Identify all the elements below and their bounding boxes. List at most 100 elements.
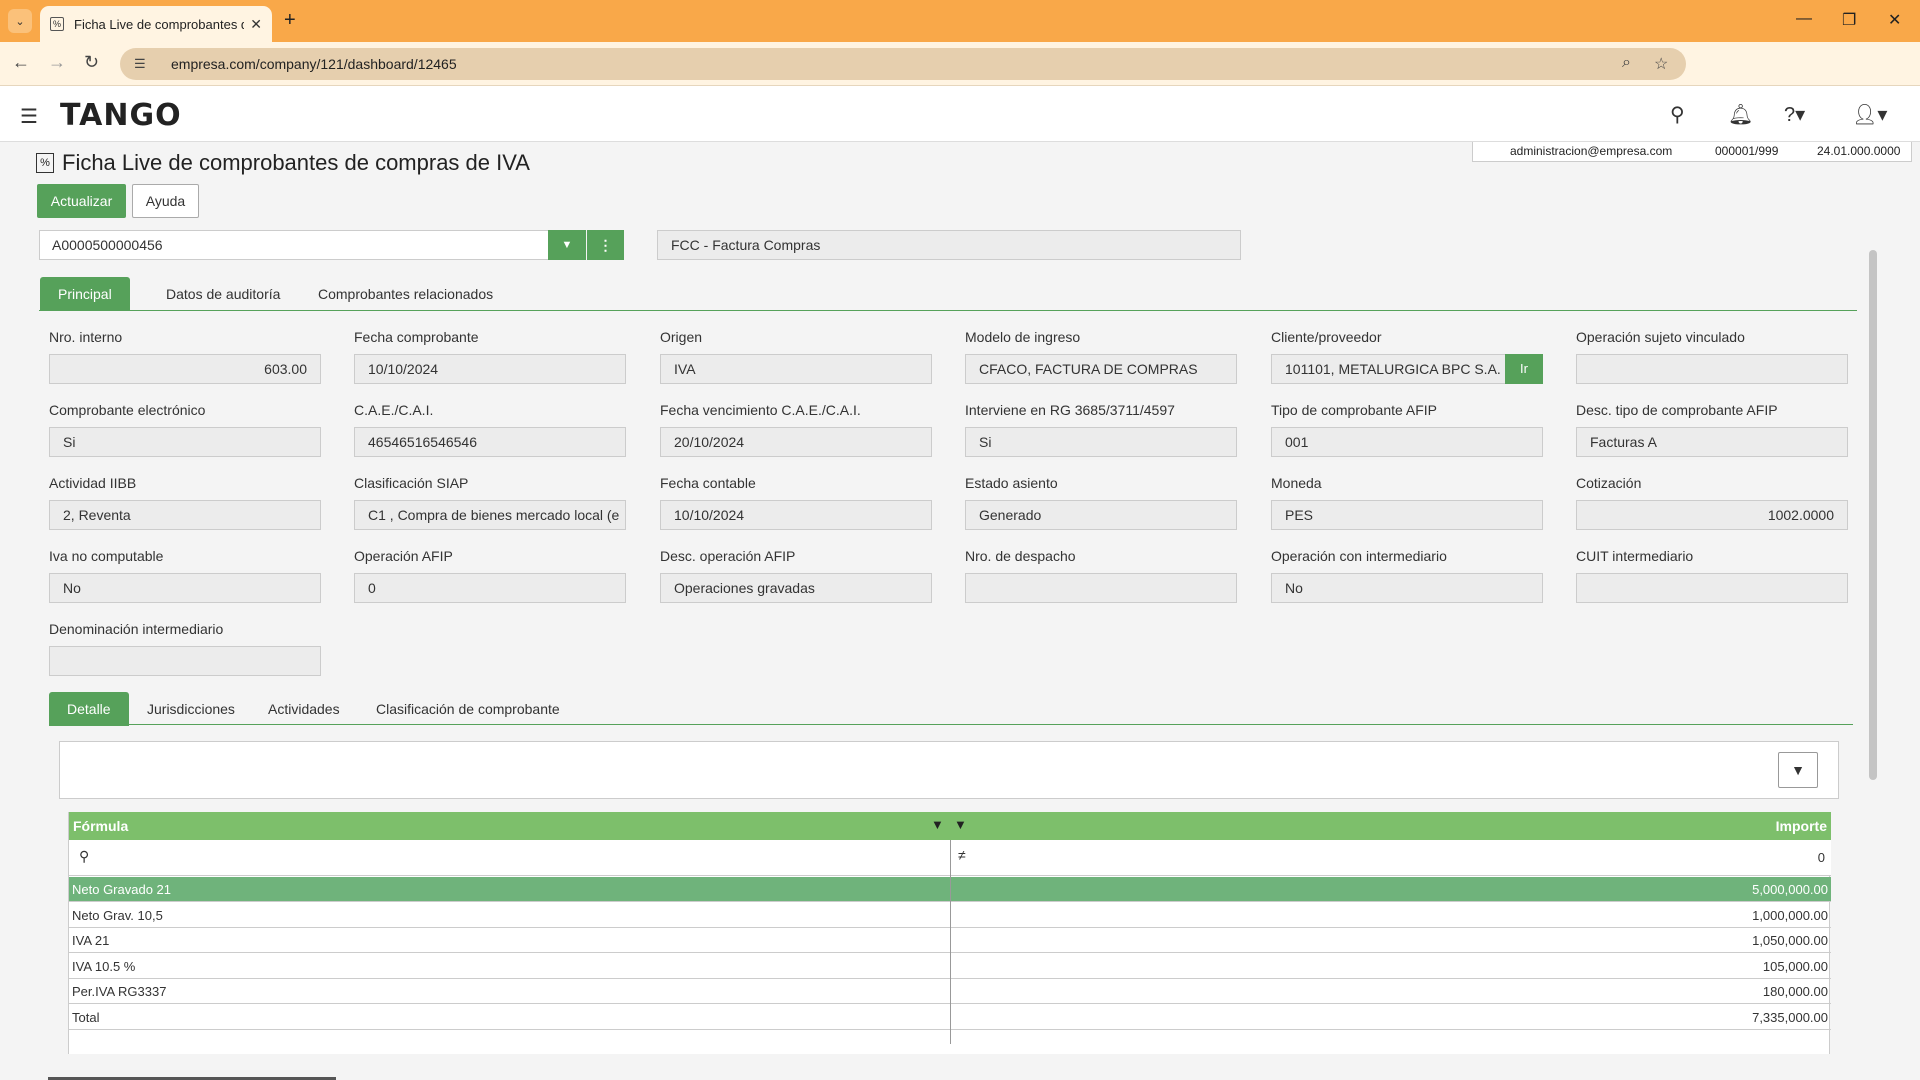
importe-cell: 7,335,000.00 <box>1752 1009 1828 1025</box>
field-value[interactable]: 0 <box>354 573 626 603</box>
field-value[interactable]: 001 <box>1271 427 1543 457</box>
field-label: Operación sujeto vinculado <box>1576 329 1745 345</box>
back-icon[interactable]: ← <box>12 52 30 73</box>
importe-filter-value[interactable]: 0 <box>1818 850 1825 865</box>
tab-detalle[interactable]: Detalle <box>49 692 129 726</box>
voucher-selector-input[interactable]: A0000500000456 <box>39 230 549 260</box>
user-icon[interactable]: 👤︎▾ <box>1852 102 1887 127</box>
field-value[interactable]: Facturas A <box>1576 427 1848 457</box>
column-divider <box>950 840 951 1044</box>
detail-tabs: Detalle Jurisdicciones Actividades Clasi… <box>49 692 1853 726</box>
field-label: Cotización <box>1576 475 1642 491</box>
chevron-down-icon[interactable]: ▼ <box>548 230 586 260</box>
url-omnibox[interactable]: ☰ empresa.com/company/121/dashboard/1246… <box>120 48 1686 80</box>
tango-logo: TANGO <box>60 98 182 133</box>
field-value[interactable]: Si <box>49 427 321 457</box>
go-to-provider-button[interactable]: Ir <box>1505 354 1543 384</box>
url-text[interactable]: empresa.com/company/121/dashboard/12465 <box>171 56 457 72</box>
field-value[interactable]: 10/10/2024 <box>354 354 626 384</box>
field-value[interactable]: No <box>49 573 321 603</box>
more-options-icon[interactable]: ⋮ <box>587 230 624 260</box>
tab-actividades[interactable]: Actividades <box>250 692 358 726</box>
tab-principal[interactable]: Principal <box>40 277 130 311</box>
field-label: Denominación intermediario <box>49 621 224 637</box>
close-window-icon[interactable]: ✕ <box>1888 10 1901 30</box>
tab-comprobantes-relacionados[interactable]: Comprobantes relacionados <box>300 277 511 311</box>
zoom-icon[interactable]: ⌕ <box>1622 54 1631 72</box>
help-button[interactable]: Ayuda <box>132 184 199 218</box>
importe-cell: 1,050,000.00 <box>1752 933 1828 948</box>
session-info-box: administracion@empresa.com 000001/999 24… <box>1472 142 1912 162</box>
browser-tab[interactable]: % Ficha Live de comprobantes de compras … <box>40 6 272 42</box>
field-label: Origen <box>660 329 703 345</box>
detail-grid: Fórmula ▼ ▼ Importe ⚲ ≠ 0 Neto Gravado 2… <box>68 812 1831 1054</box>
importe-cell: 105,000.00 <box>1762 958 1828 974</box>
tab-search-button[interactable]: ⌄ <box>8 9 32 33</box>
voucher-description: FCC - Factura Compras <box>657 230 1241 260</box>
not-equal-icon[interactable]: ≠ <box>958 847 966 863</box>
field-label: Desc. tipo de comprobante AFIP <box>1576 402 1778 418</box>
tab-jurisdicciones[interactable]: Jurisdicciones <box>129 692 253 726</box>
new-tab-icon[interactable]: + <box>284 9 296 32</box>
field-value[interactable]: 20/10/2024 <box>660 427 932 457</box>
field-value[interactable]: 1002.0000 <box>1576 500 1848 530</box>
field-value[interactable]: 46546516546546 <box>354 427 626 457</box>
field-label: Nro. interno <box>49 329 123 345</box>
col-header-formula[interactable]: Fórmula <box>73 818 128 834</box>
field-value[interactable]: Operaciones gravadas <box>660 573 932 603</box>
bell-icon[interactable]: 🔔︎ <box>1728 102 1753 127</box>
field-value[interactable] <box>965 573 1237 603</box>
field-value[interactable]: IVA <box>660 354 932 384</box>
field-label: Cliente/proveedor <box>1271 329 1382 345</box>
tab-close-icon[interactable]: ✕ <box>250 16 262 33</box>
col-header-importe[interactable]: Importe <box>1776 818 1827 834</box>
column-filter-icon[interactable]: ▼ <box>931 817 944 832</box>
field-value[interactable]: C1 , Compra de bienes mercado local (e <box>354 500 626 530</box>
page-title-text: Ficha Live de comprobantes de compras de… <box>62 150 530 175</box>
search-icon[interactable]: ⚲ <box>1670 102 1685 127</box>
field-label: Actividad IIBB <box>49 475 137 491</box>
bookmark-star-icon[interactable]: ☆ <box>1654 54 1668 74</box>
minimize-icon[interactable]: — <box>1796 10 1812 28</box>
importe-cell: 180,000.00 <box>1762 984 1828 999</box>
formula-cell: Neto Grav. 10,5 <box>72 907 163 923</box>
tab-datos-auditoria[interactable]: Datos de auditoría <box>148 277 298 311</box>
vertical-scrollbar[interactable] <box>1869 250 1877 780</box>
formula-cell: IVA 21 <box>72 933 110 948</box>
field-value[interactable] <box>49 646 321 676</box>
tab-clasificacion-comprobante[interactable]: Clasificación de comprobante <box>358 692 578 726</box>
field-value[interactable] <box>1576 354 1848 384</box>
formula-cell: IVA 10.5 % <box>72 958 136 974</box>
field-label: Fecha comprobante <box>354 329 479 345</box>
field-value[interactable]: 603.00 <box>49 354 321 384</box>
field-value[interactable]: 2, Reventa <box>49 500 321 530</box>
field-label: Fecha vencimiento C.A.E./C.A.I. <box>660 402 861 418</box>
field-value[interactable]: Si <box>965 427 1237 457</box>
help-icon[interactable]: ?▾ <box>1784 102 1805 127</box>
field-label: Tipo de comprobante AFIP <box>1271 402 1438 418</box>
filter-panel <box>59 741 1839 799</box>
field-value[interactable]: 10/10/2024 <box>660 500 932 530</box>
field-label: Desc. operación AFIP <box>660 548 796 564</box>
search-icon[interactable]: ⚲ <box>79 848 89 865</box>
forward-icon[interactable]: → <box>48 52 66 73</box>
field-label: Operación con intermediario <box>1271 548 1447 564</box>
browser-tab-bar: ⌄ % Ficha Live de comprobantes de compra… <box>0 0 1920 42</box>
reload-icon[interactable]: ↻ <box>84 52 99 73</box>
field-value[interactable] <box>1576 573 1848 603</box>
field-value[interactable]: 101101, METALURGICA BPC S.A. <box>1271 354 1506 384</box>
hamburger-menu-icon[interactable]: ☰ <box>20 104 38 129</box>
field-value[interactable]: No <box>1271 573 1543 603</box>
field-label: Fecha contable <box>660 475 756 491</box>
importe-cell: 1,000,000.00 <box>1752 907 1828 923</box>
column-filter-icon[interactable]: ▼ <box>954 817 967 832</box>
restore-icon[interactable]: ❐ <box>1842 10 1856 30</box>
app-header: ☰ TANGO ⚲ 🔔︎ ?▾ 👤︎▾ <box>0 86 1920 142</box>
site-info-icon[interactable]: ☰ <box>134 56 146 72</box>
field-value[interactable]: CFACO, FACTURA DE COMPRAS <box>965 354 1237 384</box>
field-label: Operación AFIP <box>354 548 453 564</box>
update-button[interactable]: Actualizar <box>37 184 126 218</box>
field-value[interactable]: PES <box>1271 500 1543 530</box>
field-value[interactable]: Generado <box>965 500 1237 530</box>
filter-icon[interactable]: ▼ <box>1778 752 1818 788</box>
